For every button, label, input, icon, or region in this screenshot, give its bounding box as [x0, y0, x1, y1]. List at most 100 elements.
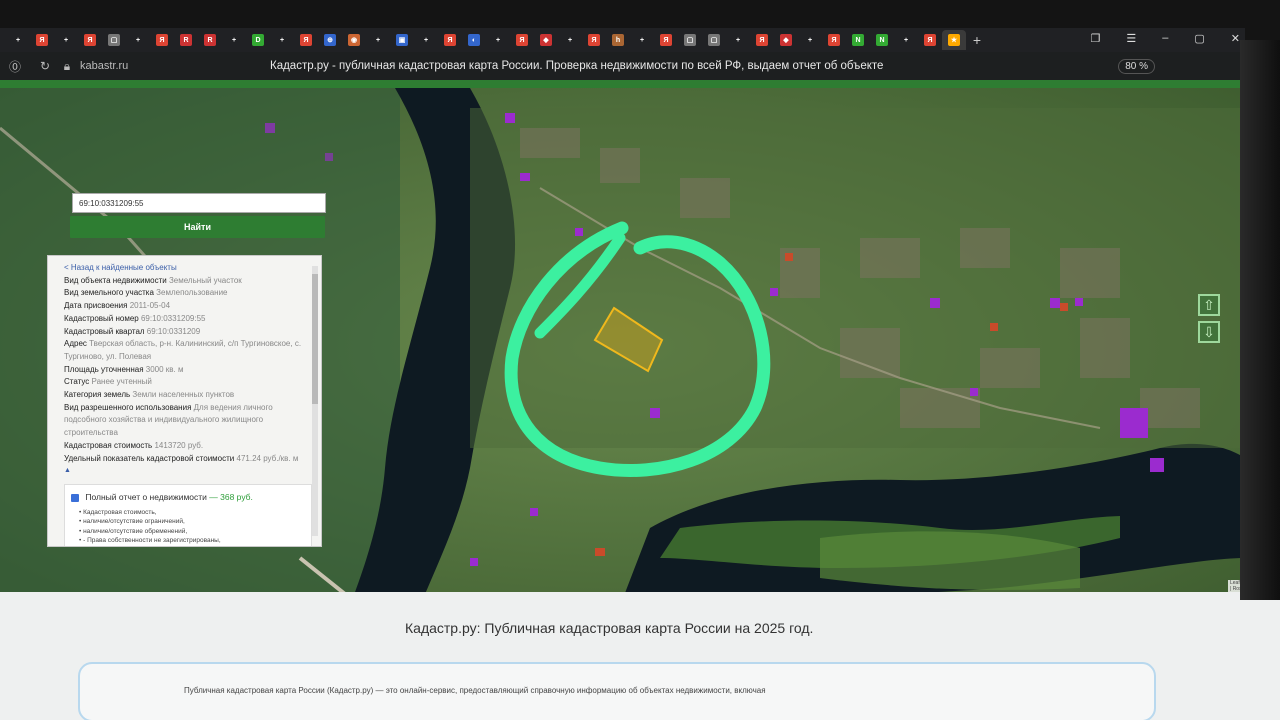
browser-logo-icon[interactable]: ⓪: [0, 58, 30, 75]
browser-tab[interactable]: ▢: [678, 30, 702, 50]
browser-tab[interactable]: R: [198, 30, 222, 50]
tab-favicon-icon: D: [252, 34, 264, 46]
browser-tab[interactable]: +: [6, 30, 30, 50]
browser-tab[interactable]: +: [558, 30, 582, 50]
maximize-icon[interactable]: ▢: [1194, 32, 1204, 45]
browser-tab[interactable]: Я: [294, 30, 318, 50]
browser-tab[interactable]: ▣: [390, 30, 414, 50]
browser-tab[interactable]: Я: [654, 30, 678, 50]
browser-tab[interactable]: N: [870, 30, 894, 50]
tab-favicon-icon: Я: [36, 34, 48, 46]
info-row: Статус Ранее учтенный: [64, 376, 312, 389]
plus-icon: +: [423, 36, 429, 44]
browser-tab[interactable]: Я: [510, 30, 534, 50]
report-item: - Права собственности не зарегистрирован…: [79, 536, 305, 546]
browser-tab[interactable]: Я: [918, 30, 942, 50]
close-icon[interactable]: ✕: [1231, 32, 1240, 45]
info-value: 1413720 руб.: [154, 440, 204, 450]
search-button[interactable]: Найти: [70, 216, 325, 238]
tab-favicon-icon: N: [852, 34, 864, 46]
tab-overview-icon[interactable]: ❐: [1091, 32, 1101, 45]
new-tab-icon[interactable]: +: [966, 32, 988, 48]
browser-tab[interactable]: +: [366, 30, 390, 50]
browser-tab[interactable]: ◆: [774, 30, 798, 50]
info-value: 69:10:0331209:55: [140, 313, 206, 323]
report-item: наличие/отсутствие обременений,: [79, 527, 305, 537]
browser-tab[interactable]: Я: [78, 30, 102, 50]
tab-favicon-icon: Я: [516, 34, 528, 46]
info-key: Кадастровый номер: [64, 313, 139, 323]
arrow-up-icon[interactable]: ⇧: [1198, 294, 1220, 316]
collapse-caret-icon[interactable]: ▲: [64, 465, 312, 478]
info-row: Вид земельного участка Землепользование: [64, 287, 312, 300]
browser-tab[interactable]: ◆: [534, 30, 558, 50]
browser-tab[interactable]: N: [846, 30, 870, 50]
browser-tab[interactable]: ▢: [102, 30, 126, 50]
tab-favicon-icon: R: [180, 34, 192, 46]
browser-tab[interactable]: Я: [750, 30, 774, 50]
menu-icon[interactable]: ☰: [1126, 32, 1136, 45]
browser-tab[interactable]: +: [630, 30, 654, 50]
info-key: Вид земельного участка: [64, 288, 154, 298]
browser-tab[interactable]: ▢: [702, 30, 726, 50]
info-row: Площадь уточненная 3000 кв. м: [64, 364, 312, 377]
tab-favicon-icon: ◉: [348, 34, 360, 46]
browser-tab[interactable]: +: [270, 30, 294, 50]
plus-icon: +: [735, 36, 741, 44]
info-value: 3000 кв. м: [145, 364, 184, 374]
cadastral-map[interactable]: Найти < Назад к найденные объекты Вид об…: [0, 88, 1245, 606]
browser-tab[interactable]: Я: [150, 30, 174, 50]
browser-tab[interactable]: +: [54, 30, 78, 50]
report-item: наличие/отсутствие ограничений,: [79, 517, 305, 527]
browser-tab[interactable]: h: [606, 30, 630, 50]
browser-tab[interactable]: +: [486, 30, 510, 50]
full-report-option[interactable]: Полный отчет о недвижимости — 368 руб. К…: [64, 483, 312, 546]
tab-favicon-icon: Я: [756, 34, 768, 46]
tab-favicon-icon: Я: [156, 34, 168, 46]
browser-tab[interactable]: D: [246, 30, 270, 50]
info-key: Кадастровая стоимость: [64, 440, 153, 450]
screen-photo: + Я + Я ▢ + Я R R + D + Я ⊕ ◉ + ▣ + Я ◐ + Я ◆ + Яh + Я ▢ ▢ + Я ◆ + Я N N + Я ★…: [0, 0, 1280, 720]
browser-tab[interactable]: Я: [438, 30, 462, 50]
panel-scrollbar[interactable]: [312, 266, 318, 536]
browser-tab[interactable]: +: [798, 30, 822, 50]
browser-tab[interactable]: +: [894, 30, 918, 50]
browser-tab[interactable]: ★: [942, 30, 966, 50]
browser-tab[interactable]: +: [414, 30, 438, 50]
zoom-indicator[interactable]: 80 %: [1118, 58, 1155, 74]
minimize-icon[interactable]: –: [1162, 32, 1168, 45]
browser-tab-strip: + Я + Я ▢ + Я R R + D + Я ⊕ ◉ + ▣ + Я ◐ + Я ◆ + Яh + Я ▢ ▢ + Я ◆ + Я N N + Я ★…: [0, 28, 1245, 52]
tab-favicon-icon: h: [612, 34, 624, 46]
cadastral-search-input[interactable]: [72, 193, 326, 213]
plus-icon: +: [807, 36, 813, 44]
browser-tab[interactable]: ◐: [462, 30, 486, 50]
browser-tab[interactable]: R: [174, 30, 198, 50]
description-text: Публичная кадастровая карта России (Када…: [184, 686, 766, 695]
back-to-results-link[interactable]: < Назад к найденные объекты: [64, 262, 312, 275]
tab-favicon-icon: R: [204, 34, 216, 46]
report-checkbox[interactable]: [71, 493, 79, 502]
tab-favicon-icon: Я: [660, 34, 672, 46]
page-content: Кадастр.ру: Публичная кадастровая карта …: [0, 592, 1280, 720]
browser-tab[interactable]: Я: [30, 30, 54, 50]
info-key: Удельный показатель кадастровой стоимост…: [64, 453, 235, 463]
info-key: Кадастровый квартал: [64, 326, 145, 336]
arrow-down-icon[interactable]: ⇩: [1198, 321, 1220, 343]
plus-icon: +: [495, 36, 501, 44]
tab-favicon-icon: ◆: [540, 34, 552, 46]
browser-tab[interactable]: +: [126, 30, 150, 50]
browser-tab[interactable]: Я: [822, 30, 846, 50]
browser-tab[interactable]: ⊕: [318, 30, 342, 50]
browser-tab[interactable]: Я: [582, 30, 606, 50]
browser-tab[interactable]: ◉: [342, 30, 366, 50]
browser-tab[interactable]: +: [222, 30, 246, 50]
plus-icon: +: [279, 36, 285, 44]
tab-favicon-icon: Я: [84, 34, 96, 46]
plus-icon: +: [375, 36, 381, 44]
info-value: Тверская область, р-н. Калининский, с/п …: [64, 339, 302, 361]
monitor-bezel: [1240, 40, 1280, 600]
url-text[interactable]: kabastr.ru: [80, 60, 270, 72]
address-bar: ⓪ ↻ 🔒︎ kabastr.ru Кадастр.ру - публичная…: [0, 52, 1245, 80]
reload-icon[interactable]: ↻: [30, 59, 60, 73]
browser-tab[interactable]: +: [726, 30, 750, 50]
